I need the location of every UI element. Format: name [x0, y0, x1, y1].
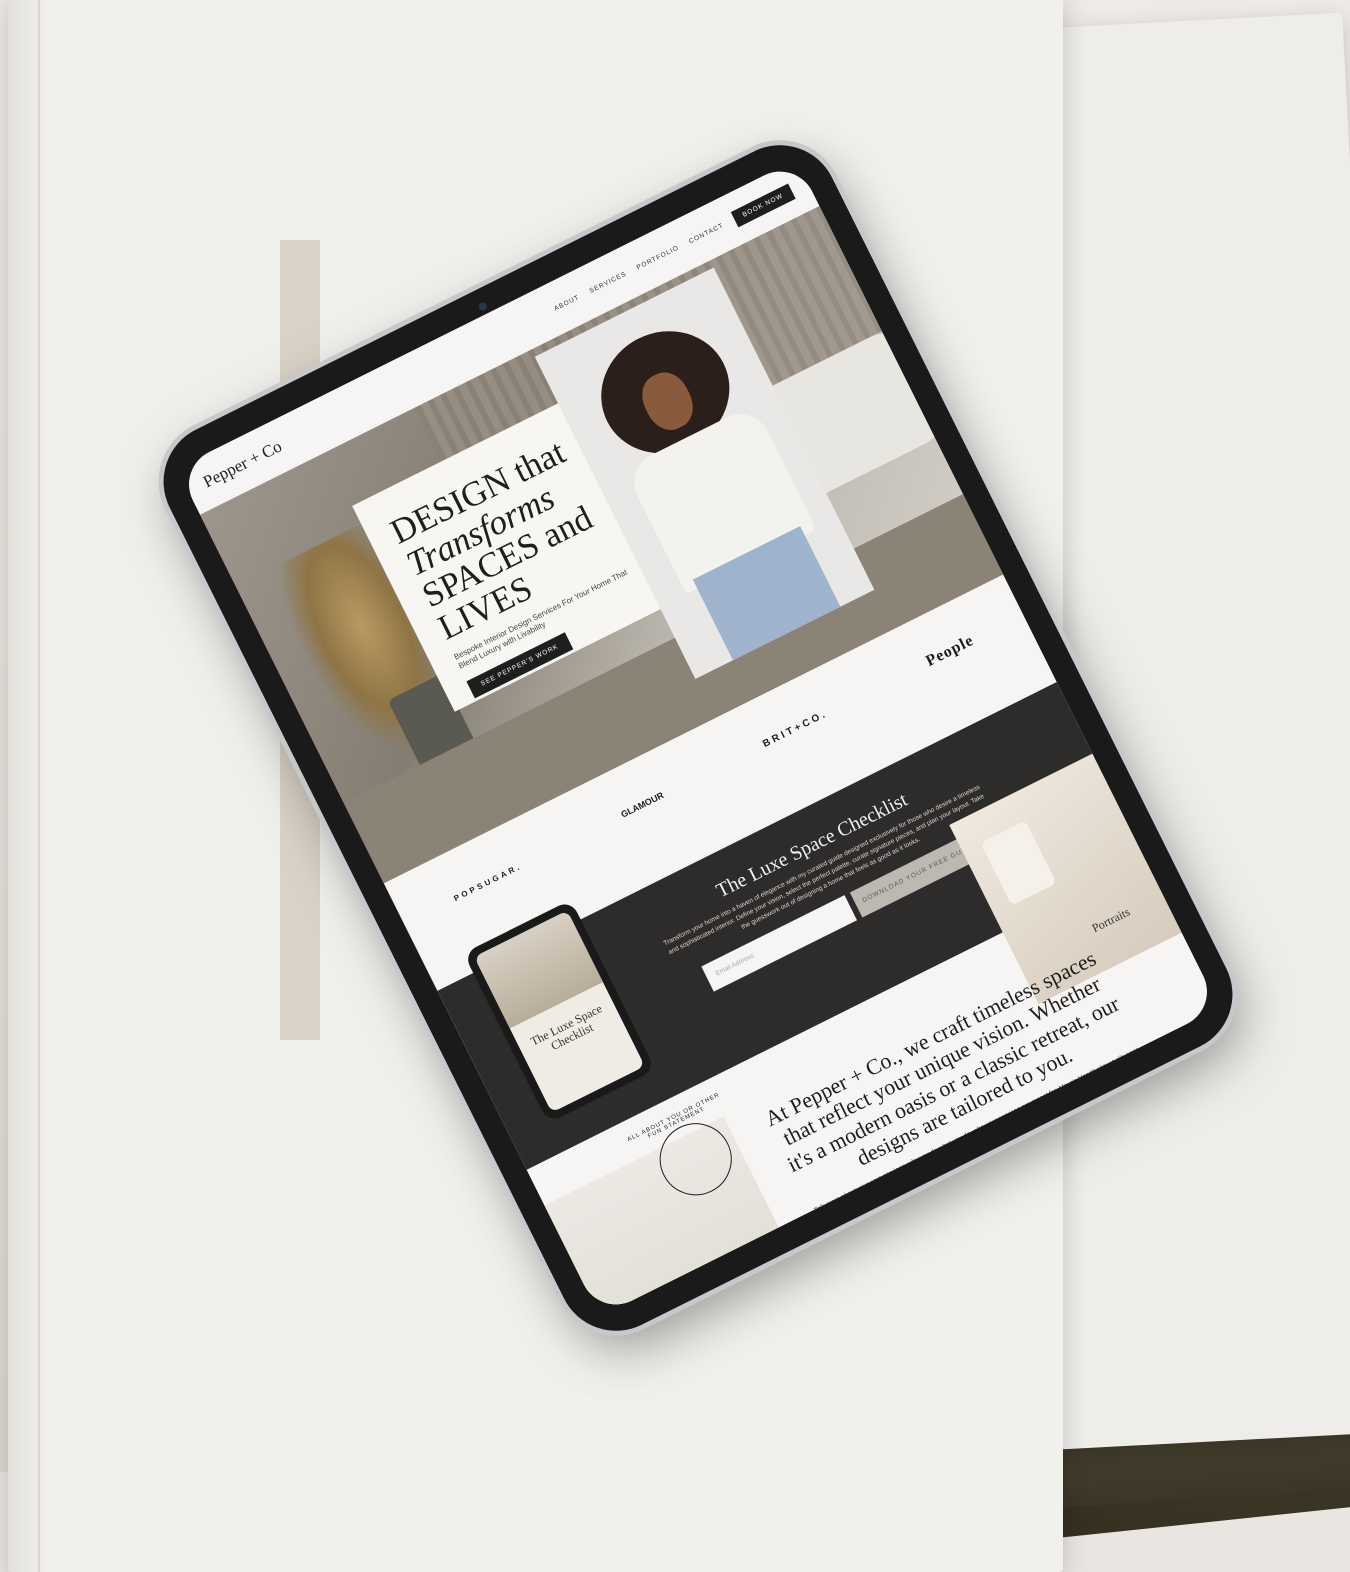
- nav-item-portfolio[interactable]: PORTFOLIO: [635, 244, 680, 271]
- press-logo-people: People: [923, 631, 977, 671]
- nav-item-services[interactable]: SERVICES: [588, 270, 628, 294]
- guide-mockup-screen: The Luxe Space Checklist: [474, 910, 645, 1113]
- book-now-button[interactable]: BOOK NOW: [730, 183, 796, 228]
- nav-item-contact[interactable]: CONTACT: [688, 222, 725, 245]
- press-logo-popsugar: POPSUGAR.: [452, 861, 524, 903]
- press-logo-britco: BRIT+CO.: [760, 707, 830, 750]
- camera-icon: [477, 301, 489, 313]
- press-logo-glamour: GLAMOUR: [619, 790, 666, 820]
- decor-lamp: [980, 820, 1057, 906]
- decor-book-label: Portraits: [1089, 904, 1133, 936]
- nav-item-about[interactable]: ABOUT: [553, 294, 581, 312]
- book-spine: [38, 0, 40, 1572]
